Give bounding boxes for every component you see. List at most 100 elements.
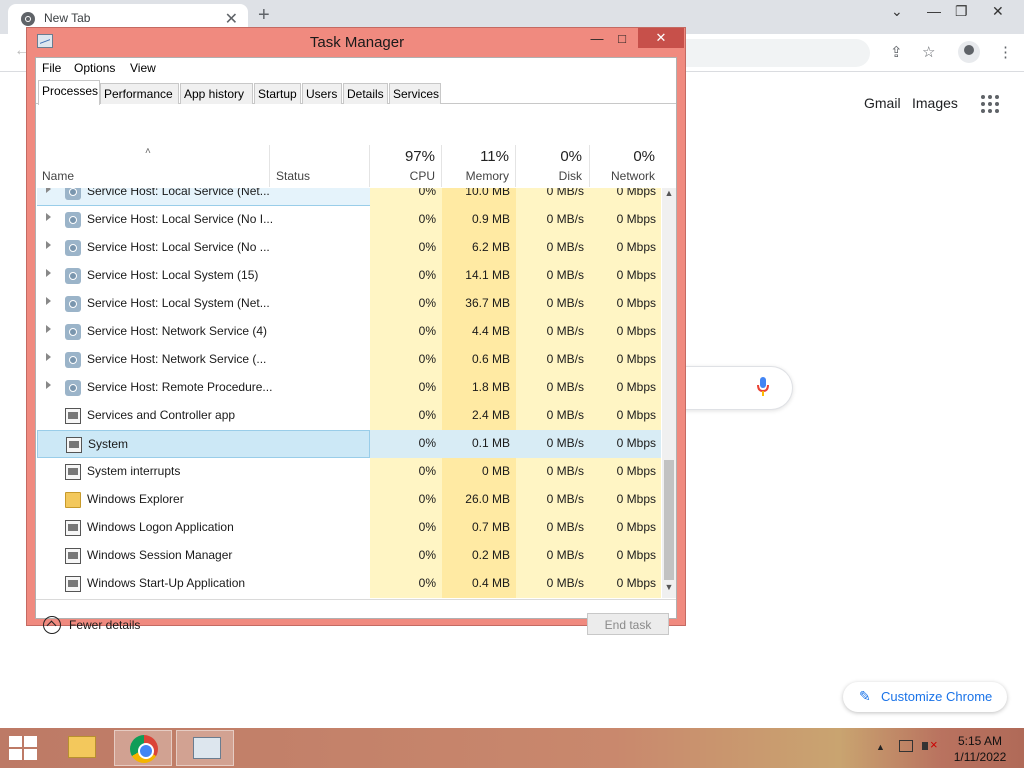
scroll-down-arrow-icon[interactable]: ▼ <box>662 582 676 596</box>
process-row[interactable]: Service Host: Network Service (... 0% 0.6 … <box>37 346 661 374</box>
process-name-cell[interactable]: Service Host: Remote Procedure... <box>37 374 370 402</box>
task-manager-titlebar[interactable]: Task Manager — □ ✕ <box>27 28 685 56</box>
process-network-value: 0 Mbps <box>590 402 661 430</box>
process-name-cell[interactable]: Services and Controller app <box>37 402 370 430</box>
process-row[interactable]: Service Host: Local System (15) 0% 14.1 MB… <box>37 262 661 290</box>
process-row[interactable]: Windows Logon Application 0% 0.7 MB 0 MB/s 0… <box>37 514 661 542</box>
tm-minimize-button[interactable]: — <box>587 29 607 49</box>
new-tab-button[interactable]: + <box>258 4 270 27</box>
tab-details[interactable]: Details <box>343 83 388 104</box>
tab-close-icon[interactable]: ✕ <box>225 9 238 29</box>
bookmark-star-icon[interactable]: ☆ <box>922 43 935 61</box>
expand-arrow-icon[interactable] <box>46 241 51 249</box>
taskbar-file-explorer[interactable] <box>52 730 110 766</box>
clock-date[interactable]: 1/11/2022 <box>940 750 1020 764</box>
process-name-cell[interactable]: Windows Explorer <box>37 486 370 514</box>
scroll-thumb[interactable] <box>664 460 674 580</box>
expand-arrow-icon[interactable] <box>46 297 51 305</box>
gmail-link[interactable]: Gmail <box>864 95 901 111</box>
process-name-cell[interactable]: Windows Start-Up Application <box>37 570 370 598</box>
restore-icon[interactable]: ❐ <box>955 3 968 20</box>
google-apps-icon[interactable] <box>981 95 999 113</box>
process-name-cell[interactable]: System interrupts <box>37 458 370 486</box>
process-name-cell[interactable]: Service Host: Local Service (Net... <box>37 188 370 206</box>
process-name-cell[interactable]: Windows Session Manager <box>37 542 370 570</box>
customize-chrome-button[interactable]: ✎ Customize Chrome <box>843 682 1007 712</box>
google-search-box[interactable] <box>680 366 793 410</box>
profile-avatar-icon[interactable] <box>958 41 980 63</box>
process-name-cell[interactable]: Service Host: Local Service (No ... <box>37 234 370 262</box>
column-header-name[interactable]: Name <box>42 169 74 183</box>
expand-arrow-icon[interactable] <box>46 381 51 389</box>
column-header-network[interactable]: Network <box>589 169 655 183</box>
process-name-cell[interactable]: Service Host: Local System (Net... <box>37 290 370 318</box>
column-header-status[interactable]: Status <box>276 169 310 183</box>
column-divider[interactable] <box>269 145 270 187</box>
tm-maximize-button[interactable]: □ <box>612 29 632 49</box>
expand-arrow-icon[interactable] <box>46 269 51 277</box>
column-header-cpu[interactable]: CPU <box>369 169 435 183</box>
process-row[interactable]: Services and Controller app 0% 2.4 MB 0 MB/… <box>37 402 661 430</box>
process-row[interactable]: Service Host: Local System (Net... 0% 36.7… <box>37 290 661 318</box>
process-network-value: 0 Mbps <box>590 430 661 458</box>
minimize-icon[interactable]: — <box>927 3 941 19</box>
process-name-cell[interactable]: Service Host: Local System (15) <box>37 262 370 290</box>
end-task-button[interactable]: End task <box>587 613 669 635</box>
tab-performance[interactable]: Performance <box>100 83 179 104</box>
window-icon <box>66 437 82 453</box>
fewer-details-link[interactable]: Fewer details <box>69 618 140 632</box>
chrome-menu-icon[interactable]: ⋮ <box>998 43 1013 61</box>
column-header-disk[interactable]: Disk <box>515 169 582 183</box>
process-row[interactable]: Service Host: Local Service (No ... 0% 6.2… <box>37 234 661 262</box>
expand-arrow-icon[interactable] <box>46 353 51 361</box>
process-row[interactable]: Windows Session Manager 0% 0.2 MB 0 MB/s 0 M… <box>37 542 661 570</box>
process-row[interactable]: Service Host: Local Service (No I... 0% 0.… <box>37 206 661 234</box>
vertical-scrollbar[interactable]: ▲ ▼ <box>662 188 676 598</box>
images-link[interactable]: Images <box>912 95 958 111</box>
tab-users[interactable]: Users <box>302 83 342 104</box>
process-row[interactable]: System 0% 0.1 MB 0 MB/s 0 Mbps <box>37 430 661 458</box>
tab-startup[interactable]: Startup <box>254 83 301 104</box>
tab-app-history[interactable]: App history <box>180 83 253 104</box>
process-name-cell[interactable]: Windows Logon Application <box>37 514 370 542</box>
process-network-value: 0 Mbps <box>590 318 661 346</box>
voice-search-mic-icon[interactable] <box>756 376 770 398</box>
process-row[interactable]: Service Host: Network Service (4) 0% 4.4 M… <box>37 318 661 346</box>
tab-services[interactable]: Services <box>389 83 441 104</box>
expand-arrow-icon[interactable] <box>46 188 51 193</box>
menu-file[interactable]: File <box>42 61 61 75</box>
tab-processes[interactable]: Processes <box>38 80 100 105</box>
process-name-cell[interactable]: Service Host: Network Service (... <box>37 346 370 374</box>
expand-arrow-icon[interactable] <box>46 213 51 221</box>
process-name-cell[interactable]: System <box>37 430 370 458</box>
volume-muted-icon[interactable] <box>922 737 938 753</box>
address-bar[interactable] <box>680 39 870 67</box>
process-name-cell[interactable]: Service Host: Local Service (No I... <box>37 206 370 234</box>
tab-search-chevron-icon[interactable]: ⌄ <box>891 3 903 20</box>
taskbar-chrome[interactable] <box>114 730 172 766</box>
tm-close-button[interactable]: ✕ <box>638 28 684 48</box>
taskbar-task-manager[interactable] <box>176 730 234 766</box>
show-hidden-icons-arrow-icon[interactable]: ▲ <box>876 742 885 752</box>
clock-time[interactable]: 5:15 AM <box>940 734 1020 748</box>
collapse-chevron-icon[interactable] <box>43 616 61 634</box>
browser-close-icon[interactable]: ✕ <box>992 3 1004 20</box>
network-icon[interactable] <box>899 740 913 752</box>
process-row[interactable]: Windows Start-Up Application 0% 0.4 MB 0 MB… <box>37 570 661 598</box>
column-header-memory[interactable]: Memory <box>441 169 509 183</box>
memory-total-percent[interactable]: 11% <box>441 148 509 165</box>
share-icon[interactable]: ⇪ <box>890 43 903 61</box>
process-row[interactable]: Service Host: Remote Procedure... 0% 1.8 M… <box>37 374 661 402</box>
process-row[interactable]: Service Host: Local Service (Net... 0% 10.… <box>37 188 661 206</box>
expand-arrow-icon[interactable] <box>46 325 51 333</box>
scroll-up-arrow-icon[interactable]: ▲ <box>662 188 676 202</box>
process-row[interactable]: Windows Explorer 0% 26.0 MB 0 MB/s 0 Mbps <box>37 486 661 514</box>
start-windows-logo-icon[interactable] <box>9 736 39 762</box>
disk-total-percent[interactable]: 0% <box>515 148 582 165</box>
cpu-total-percent[interactable]: 97% <box>369 148 435 165</box>
process-row[interactable]: System interrupts 0% 0 MB 0 MB/s 0 Mbps <box>37 458 661 486</box>
menu-view[interactable]: View <box>130 61 156 75</box>
process-name-cell[interactable]: Service Host: Network Service (4) <box>37 318 370 346</box>
menu-options[interactable]: Options <box>74 61 115 75</box>
network-total-percent[interactable]: 0% <box>589 148 655 165</box>
